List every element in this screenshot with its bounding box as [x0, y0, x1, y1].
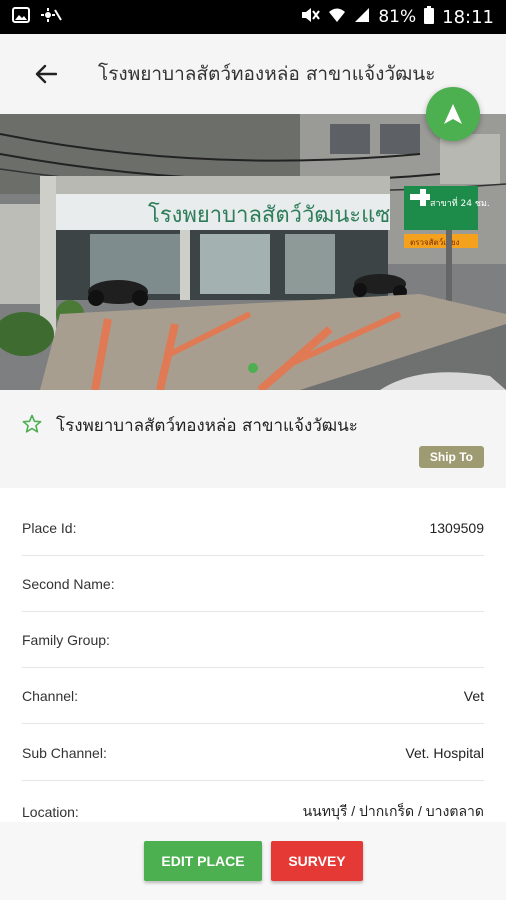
location-off-icon: [40, 7, 62, 27]
arrow-left-icon: [35, 64, 57, 84]
detail-row-sub-channel: Sub Channel: Vet. Hospital: [22, 725, 484, 781]
bottom-action-bar: EDIT PLACE SURVEY: [0, 822, 506, 900]
navigation-arrow-icon: [444, 104, 462, 124]
mute-icon: [300, 7, 321, 28]
battery-percent: 81%: [378, 7, 417, 27]
page-title: โรงพยาบาลสัตว์ทองหล่อ สาขาแจ้งวัฒนะ: [98, 63, 436, 85]
status-bar: 81% 18:11: [0, 0, 506, 34]
battery-icon: [424, 5, 435, 29]
storefront-image: โรงพยาบาลสัตว์วัฒนะแซ สาขาที่ 24 ชม. ตรว…: [0, 114, 506, 390]
detail-label: Location:: [22, 803, 79, 820]
detail-row-second-name: Second Name:: [22, 556, 484, 612]
detail-label: Family Group:: [22, 631, 110, 648]
survey-button[interactable]: SURVEY: [271, 841, 363, 881]
detail-label: Sub Channel:: [22, 744, 107, 761]
edit-place-button[interactable]: EDIT PLACE: [144, 841, 262, 881]
place-name: โรงพยาบาลสัตว์ทองหล่อ สาขาแจ้งวัฒนะ: [56, 416, 358, 436]
wifi-icon: [328, 7, 346, 28]
detail-label: Second Name:: [22, 575, 115, 592]
detail-row-family-group: Family Group:: [22, 612, 484, 668]
signal-icon: [354, 7, 370, 28]
detail-label: Channel:: [22, 687, 79, 704]
pager-dot: [248, 363, 258, 373]
place-header: โรงพยาบาลสัตว์ทองหล่อ สาขาแจ้งวัฒนะ Ship…: [0, 390, 506, 488]
ship-to-badge: Ship To: [418, 446, 484, 468]
clock: 18:11: [442, 6, 494, 28]
detail-row-location: Location: นนทบุรี / ปากเกร็ด / บางตลาด: [22, 784, 484, 822]
detail-row-place-id: Place Id: 1309509: [22, 500, 484, 556]
detail-value: Vet. Hospital: [405, 744, 484, 761]
detail-value: Vet: [463, 687, 484, 704]
shop-sign-text: โรงพยาบาลสัตว์วัฒนะแซ: [148, 202, 390, 228]
favorite-star-icon[interactable]: [22, 414, 42, 438]
detail-label: Place Id:: [22, 519, 77, 536]
details-list[interactable]: Place Id: 1309509 Second Name: Family Gr…: [0, 488, 506, 822]
place-photo[interactable]: โรงพยาบาลสัตว์วัฒนะแซ สาขาที่ 24 ชม. ตรว…: [0, 114, 506, 390]
side-sign-sub-text: ตรวจสัตว์เลี้ยง: [410, 236, 460, 247]
gallery-icon: [12, 7, 30, 27]
detail-value: นนทบุรี / ปากเกร็ด / บางตลาด: [302, 802, 484, 819]
back-button[interactable]: [24, 52, 68, 96]
detail-row-channel: Channel: Vet: [22, 668, 484, 724]
navigate-fab[interactable]: [426, 87, 480, 141]
detail-value: 1309509: [429, 519, 484, 536]
